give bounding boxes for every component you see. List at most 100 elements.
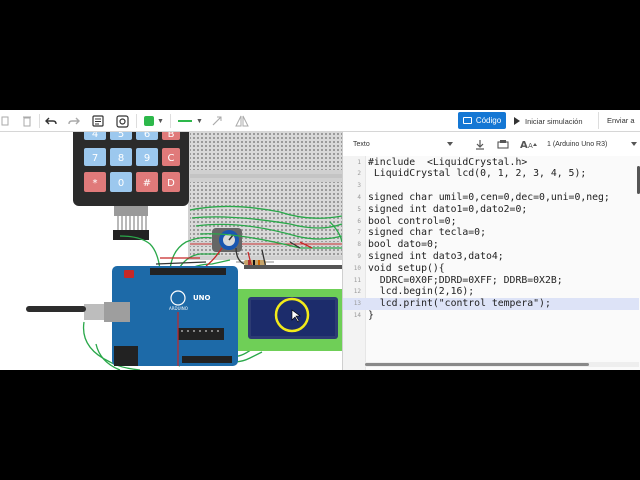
send-to-label: Enviar a — [607, 116, 635, 125]
key-4[interactable]: 4 — [92, 132, 98, 140]
wire-style-picker[interactable]: ▼ — [175, 113, 205, 129]
editor-mode-value: Texto — [353, 140, 370, 148]
line-number: 5 — [357, 205, 361, 213]
app-frame: ▼ ▼ Código Iniciar simulación Enviar a 4… — [0, 110, 640, 370]
chevron-down-icon: ▼ — [196, 117, 203, 125]
undo-icon[interactable] — [43, 113, 59, 129]
chevron-down-icon — [631, 142, 637, 146]
line-number: 3 — [357, 182, 361, 190]
delete-icon[interactable] — [20, 113, 34, 129]
upload-icon[interactable] — [495, 136, 511, 152]
line-number: 14 — [353, 311, 361, 319]
code-text[interactable]: void setup(){ — [368, 263, 445, 275]
send-to-button[interactable]: Enviar a — [598, 112, 640, 129]
line-number: 13 — [353, 300, 361, 308]
key-0[interactable]: 0 — [118, 178, 124, 189]
code-panel: Texto AA 1 (Arduino Uno R3) 1 #include <L… — [342, 132, 640, 370]
code-line[interactable]: 8 bool dato=0; — [343, 239, 639, 251]
code-text[interactable]: } — [368, 310, 374, 322]
key-b[interactable]: B — [168, 132, 175, 140]
code-button-label: Código — [475, 116, 502, 125]
color-picker[interactable]: ▼ — [142, 113, 166, 129]
key-d[interactable]: D — [167, 178, 175, 189]
code-editor[interactable]: 1 #include <LiquidCrystal.h> 2 LiquidCryst… — [343, 156, 640, 370]
color-swatch — [144, 116, 155, 126]
arduino-uno-board[interactable]: ARDUINO UNO — [84, 266, 238, 366]
potentiometer[interactable] — [212, 228, 242, 252]
code-line[interactable]: 4 signed char umil=0,cen=0,dec=0,uni=0,ne… — [343, 192, 639, 204]
code-line[interactable]: 11 DDRC=0X0F;DDRD=0XFF; DDRB=0X2B; — [343, 275, 639, 287]
line-number: 11 — [353, 276, 361, 284]
usb-cable — [26, 306, 86, 312]
font-size-icon[interactable]: AA — [518, 136, 540, 152]
code-line[interactable]: 9 signed int dato3,dato4; — [343, 251, 639, 263]
circuit-canvas[interactable]: 4 5 6 B 7 8 9 C * 0 # D ARDUINO UNO — [0, 132, 342, 370]
play-icon — [514, 117, 520, 125]
line-number: 10 — [353, 264, 361, 272]
code-line[interactable]: 13 lcd.print("control tempera"); — [343, 298, 639, 310]
code-line[interactable]: 12 lcd.begin(2,16); — [343, 286, 639, 298]
key-8[interactable]: 8 — [118, 153, 124, 164]
copy-icon[interactable] — [0, 113, 10, 129]
code-text[interactable]: lcd.print("control tempera"); — [368, 298, 551, 310]
code-text[interactable]: LiquidCrystal lcd(0, 1, 2, 3, 4, 5); — [368, 168, 586, 180]
start-simulation-label: Iniciar simulación — [525, 116, 583, 126]
code-line[interactable]: 1 #include <LiquidCrystal.h> — [343, 157, 639, 169]
rotate-icon[interactable] — [210, 113, 224, 129]
line-number: 6 — [357, 217, 361, 225]
line-number: 2 — [357, 170, 361, 178]
flip-icon[interactable] — [234, 113, 250, 129]
key-star[interactable]: * — [93, 178, 98, 189]
toolbar: ▼ ▼ Código Iniciar simulación Enviar a — [0, 110, 640, 132]
code-text[interactable]: signed int dato1=0,dato2=0; — [368, 204, 527, 216]
board-select[interactable]: 1 (Arduino Uno R3) — [547, 136, 639, 152]
key-5[interactable]: 5 — [118, 132, 124, 140]
line-number: 1 — [357, 158, 361, 166]
code-line[interactable]: 10 void setup(){ — [343, 263, 639, 275]
redo-icon[interactable] — [66, 113, 82, 129]
code-text[interactable]: signed char tecla=0; — [368, 227, 486, 239]
code-text[interactable]: lcd.begin(2,16); — [368, 286, 474, 298]
lcd-display[interactable] — [238, 265, 342, 351]
key-9[interactable]: 9 — [144, 153, 150, 164]
key-hash[interactable]: # — [143, 178, 151, 189]
code-line[interactable]: 7 signed char tecla=0; — [343, 227, 639, 239]
code-text[interactable]: bool dato=0; — [368, 239, 439, 251]
code-line[interactable]: 5 signed int dato1=0,dato2=0; — [343, 204, 639, 216]
code-button[interactable]: Código — [458, 112, 506, 129]
svg-text:A: A — [520, 140, 528, 149]
board-select-value: 1 (Arduino Uno R3) — [547, 140, 608, 148]
code-text[interactable]: DDRC=0X0F;DDRD=0XFF; DDRB=0X2B; — [368, 275, 563, 287]
keypad[interactable]: 4 5 6 B 7 8 9 C * 0 # D — [73, 132, 189, 240]
svg-text:UNO: UNO — [193, 294, 211, 302]
code-line[interactable]: 14} — [343, 310, 639, 322]
download-icon[interactable] — [473, 136, 487, 152]
code-text[interactable]: signed int dato3,dato4; — [368, 251, 504, 263]
code-text[interactable]: #include <LiquidCrystal.h> — [368, 157, 527, 169]
code-line[interactable]: 6 bool control=0; — [343, 216, 639, 228]
svg-text:ARDUINO: ARDUINO — [169, 306, 188, 311]
horizontal-scrollbar-track[interactable] — [365, 362, 639, 367]
start-simulation-button[interactable]: Iniciar simulación — [513, 113, 583, 129]
line-number: 7 — [357, 229, 361, 237]
code-panel-header: Texto AA 1 (Arduino Uno R3) — [343, 132, 640, 157]
code-text[interactable]: signed char umil=0,cen=0,dec=0,uni=0,neg… — [368, 192, 610, 204]
key-6[interactable]: 6 — [144, 132, 150, 140]
code-line[interactable]: 3 — [343, 180, 639, 192]
key-7[interactable]: 7 — [92, 153, 98, 164]
line-number: 12 — [353, 288, 361, 296]
line-number: 4 — [357, 193, 361, 201]
line-number: 8 — [357, 241, 361, 249]
key-c[interactable]: C — [168, 153, 175, 164]
horizontal-scrollbar[interactable] — [365, 363, 589, 366]
code-text[interactable]: bool control=0; — [368, 216, 456, 228]
line-number: 9 — [357, 252, 361, 260]
svg-text:A: A — [528, 142, 533, 149]
editor-mode-select[interactable]: Texto — [353, 136, 457, 152]
inspect-icon[interactable] — [114, 113, 130, 129]
code-icon — [462, 117, 472, 124]
notes-icon[interactable] — [90, 113, 106, 129]
code-line[interactable]: 2 LiquidCrystal lcd(0, 1, 2, 3, 4, 5); — [343, 168, 639, 180]
chevron-down-icon: ▼ — [157, 117, 164, 125]
chevron-down-icon — [447, 142, 453, 146]
